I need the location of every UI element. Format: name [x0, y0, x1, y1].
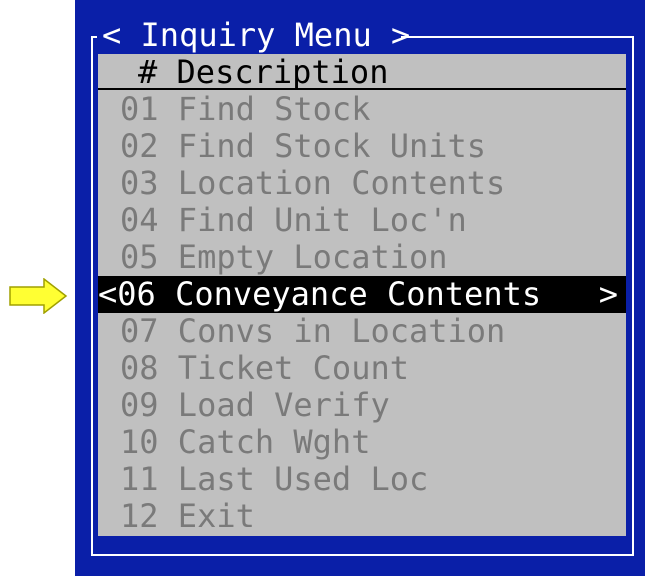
menu-item-conveyance-contents[interactable]: <06 Conveyance Contents > — [98, 276, 626, 313]
menu-item-label: 01 Find Stock — [120, 90, 371, 128]
selection-open-marker: < — [98, 275, 118, 313]
menu-item-label: 03 Location Contents — [120, 164, 506, 202]
menu-item-label: 04 Find Unit Loc'n — [120, 201, 467, 239]
menu-item-find-unit-locn[interactable]: 04 Find Unit Loc'n — [98, 202, 626, 239]
selection-close-marker: > — [598, 275, 618, 313]
menu-list: 01 Find Stock 02 Find Stock Units 03 Loc… — [98, 91, 626, 535]
description-column-header: Description — [176, 53, 389, 91]
menu-item-exit[interactable]: 12 Exit — [98, 498, 626, 535]
menu-item-find-stock-units[interactable]: 02 Find Stock Units — [98, 128, 626, 165]
frame-border-right — [401, 36, 634, 38]
menu-title: < Inquiry Menu > — [102, 16, 411, 54]
menu-item-label: 09 Load Verify — [120, 386, 390, 424]
menu-item-catch-wght[interactable]: 10 Catch Wght — [98, 424, 626, 461]
menu-item-load-verify[interactable]: 09 Load Verify — [98, 387, 626, 424]
menu-item-location-contents[interactable]: 03 Location Contents — [98, 165, 626, 202]
menu-item-label: 05 Empty Location — [120, 238, 448, 276]
menu-item-label: 11 Last Used Loc — [120, 460, 429, 498]
menu-item-label: 12 Exit — [120, 497, 255, 535]
menu-item-label: 10 Catch Wght — [120, 423, 371, 461]
frame-border-left — [91, 36, 97, 38]
menu-item-ticket-count[interactable]: 08 Ticket Count — [98, 350, 626, 387]
menu-item-empty-location[interactable]: 05 Empty Location — [98, 239, 626, 276]
menu-item-label: 06 Conveyance Contents — [117, 275, 542, 313]
menu-item-convs-in-location[interactable]: 07 Convs in Location — [98, 313, 626, 350]
menu-item-label: 07 Convs in Location — [120, 312, 506, 350]
number-column-header: # — [138, 53, 158, 91]
menu-item-label: 02 Find Stock Units — [120, 127, 487, 165]
column-header: # Description — [98, 54, 626, 90]
pointer-arrow-icon — [9, 278, 68, 314]
menu-item-label: 08 Ticket Count — [120, 349, 409, 387]
terminal-screen: < Inquiry Menu > # Description 01 Find S… — [75, 0, 645, 576]
menu-item-last-used-loc[interactable]: 11 Last Used Loc — [98, 461, 626, 498]
menu-item-find-stock[interactable]: 01 Find Stock — [98, 91, 626, 128]
